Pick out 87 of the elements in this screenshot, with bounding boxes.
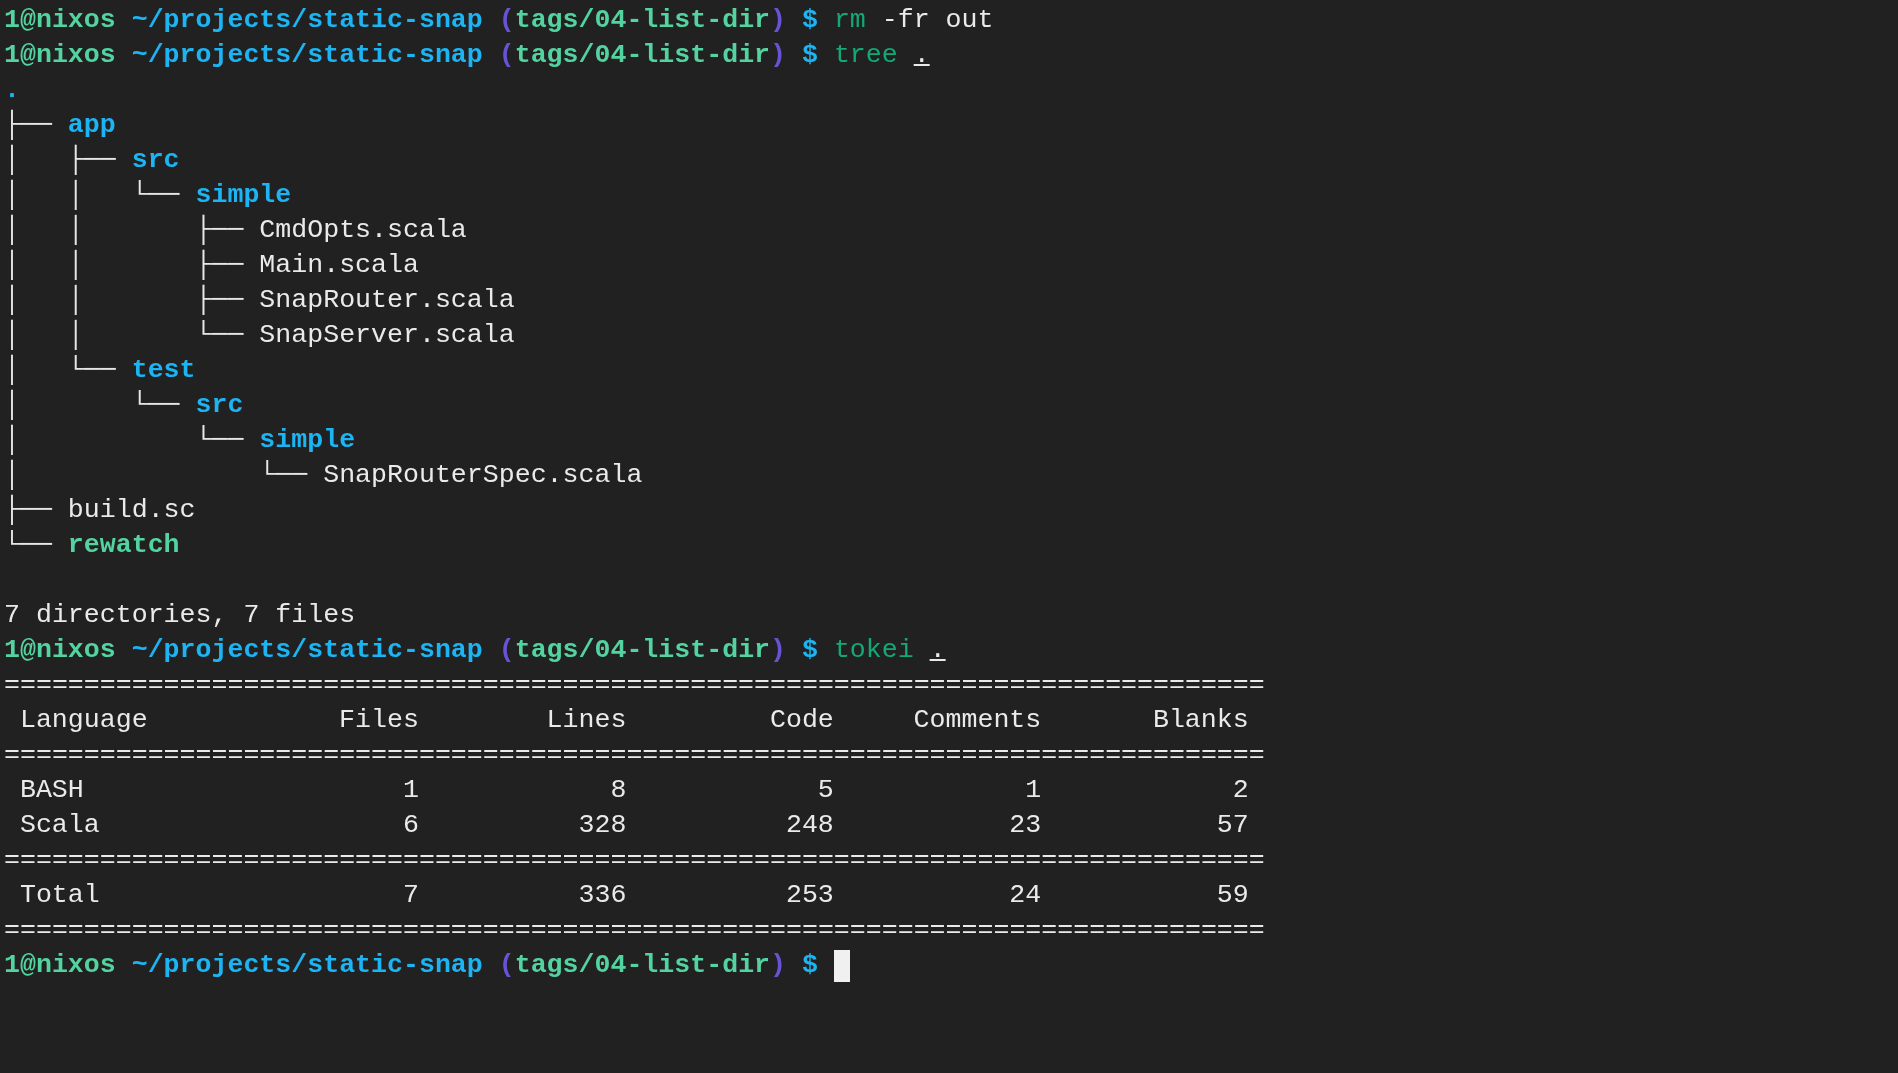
table-cell-text: 248 — [784, 809, 834, 842]
table-cell-text: 8 — [609, 774, 627, 807]
command-path-argument: . — [913, 39, 930, 72]
tree-branch-line: │ │ ├── — [4, 213, 245, 247]
directory-name: . — [4, 74, 20, 107]
command-name: tokei — [833, 634, 914, 667]
file-name: SnapServer.scala — [259, 319, 515, 352]
prompt-paren: ( — [498, 4, 515, 37]
table-cell-text: Total — [19, 879, 101, 912]
table-cell-text: BASH — [19, 774, 85, 807]
prompt-user: 1@nixos — [4, 949, 116, 982]
tree-branch-line: │ ├── — [4, 143, 117, 177]
table-rule: =============================================================================== — [4, 914, 1265, 947]
table-cell-text: 5 — [816, 774, 834, 807]
command-name: rm — [833, 4, 866, 37]
table-cell-text: 59 — [1215, 879, 1249, 912]
prompt-branch: tags/04-list-dir — [514, 39, 771, 72]
tree-branch-line: ├── — [4, 108, 53, 142]
prompt-branch: tags/04-list-dir — [514, 4, 771, 37]
table-cell-text: Scala — [19, 809, 101, 842]
directory-name: test — [131, 354, 196, 387]
prompt-directory: ~/projects/static-snap — [131, 4, 483, 37]
prompt-branch: tags/04-list-dir — [514, 634, 771, 667]
column-header: Blanks — [1151, 704, 1249, 737]
prompt-paren: ) — [770, 949, 786, 982]
tree-branch-line: │ └── — [4, 353, 117, 387]
table-cell-text: 57 — [1215, 809, 1249, 842]
prompt-paren: ) — [770, 634, 786, 667]
directory-name: simple — [259, 424, 356, 457]
prompt-directory: ~/projects/static-snap — [131, 949, 483, 982]
table-cell-text: 1 — [401, 774, 419, 807]
tree-branch-line: └── — [4, 529, 53, 562]
prompt-user: 1@nixos — [4, 4, 116, 37]
column-header: Code — [768, 704, 834, 737]
command-path-argument: . — [929, 634, 946, 667]
prompt-user: 1@nixos — [4, 39, 116, 72]
table-cell-text: 2 — [1231, 774, 1249, 807]
file-name: CmdOpts.scala — [259, 214, 467, 247]
prompt-branch: tags/04-list-dir — [514, 949, 771, 982]
tree-branch-line: │ │ ├── — [4, 248, 245, 282]
tree-branch-line: │ └── — [4, 458, 309, 492]
prompt-symbol: $ — [801, 4, 818, 37]
file-name: SnapRouter.scala — [259, 284, 515, 317]
table-rule: =============================================================================== — [4, 739, 1265, 772]
table-cell-text: 7 — [401, 879, 419, 912]
prompt-directory: ~/projects/static-snap — [131, 39, 483, 72]
prompt-symbol: $ — [801, 39, 818, 72]
file-name: Main.scala — [259, 249, 419, 282]
table-cell-text: 6 — [401, 809, 419, 842]
tree-branch-line: │ │ └── — [4, 318, 245, 352]
tree-branch-line: ├── — [4, 493, 53, 527]
table-cell-text: 336 — [577, 879, 627, 912]
table-cell-text: 23 — [1008, 809, 1042, 842]
prompt-paren: ) — [770, 39, 786, 72]
column-header: Files — [338, 704, 419, 737]
directory-name: app — [67, 109, 116, 142]
table-cell-text: 328 — [577, 809, 627, 842]
table-cell-text: 253 — [784, 879, 834, 912]
output-text: 7 directories, 7 files — [4, 599, 356, 632]
command-argument: -fr — [881, 4, 930, 37]
prompt-user: 1@nixos — [4, 634, 116, 667]
directory-name: simple — [195, 179, 292, 212]
prompt-symbol: $ — [801, 949, 818, 982]
command-argument: out — [945, 4, 994, 37]
tree-branch-line: │ └── — [4, 388, 181, 422]
directory-name: src — [195, 389, 244, 422]
command-name: tree — [833, 39, 898, 72]
file-name: SnapRouterSpec.scala — [323, 459, 643, 492]
prompt-symbol: $ — [801, 634, 818, 667]
prompt-paren: ( — [498, 39, 515, 72]
column-header: Language — [19, 704, 149, 737]
prompt-paren: ( — [498, 949, 515, 982]
executable-name: rewatch — [67, 529, 180, 562]
table-rule: =============================================================================== — [4, 844, 1265, 877]
table-rule: =============================================================================== — [4, 669, 1265, 702]
prompt-directory: ~/projects/static-snap — [131, 634, 483, 667]
prompt-paren: ( — [498, 634, 515, 667]
directory-name: src — [131, 144, 180, 177]
prompt-paren: ) — [770, 4, 786, 37]
column-header: Lines — [545, 704, 627, 737]
tree-branch-line: │ │ └── — [4, 178, 181, 212]
file-name: build.sc — [67, 494, 196, 527]
column-header: Comments — [912, 704, 1042, 737]
tree-branch-line: │ │ ├── — [4, 283, 245, 317]
tree-branch-line: │ └── — [4, 423, 245, 457]
table-cell-text: 24 — [1008, 879, 1042, 912]
table-cell-text: 1 — [1024, 774, 1042, 807]
